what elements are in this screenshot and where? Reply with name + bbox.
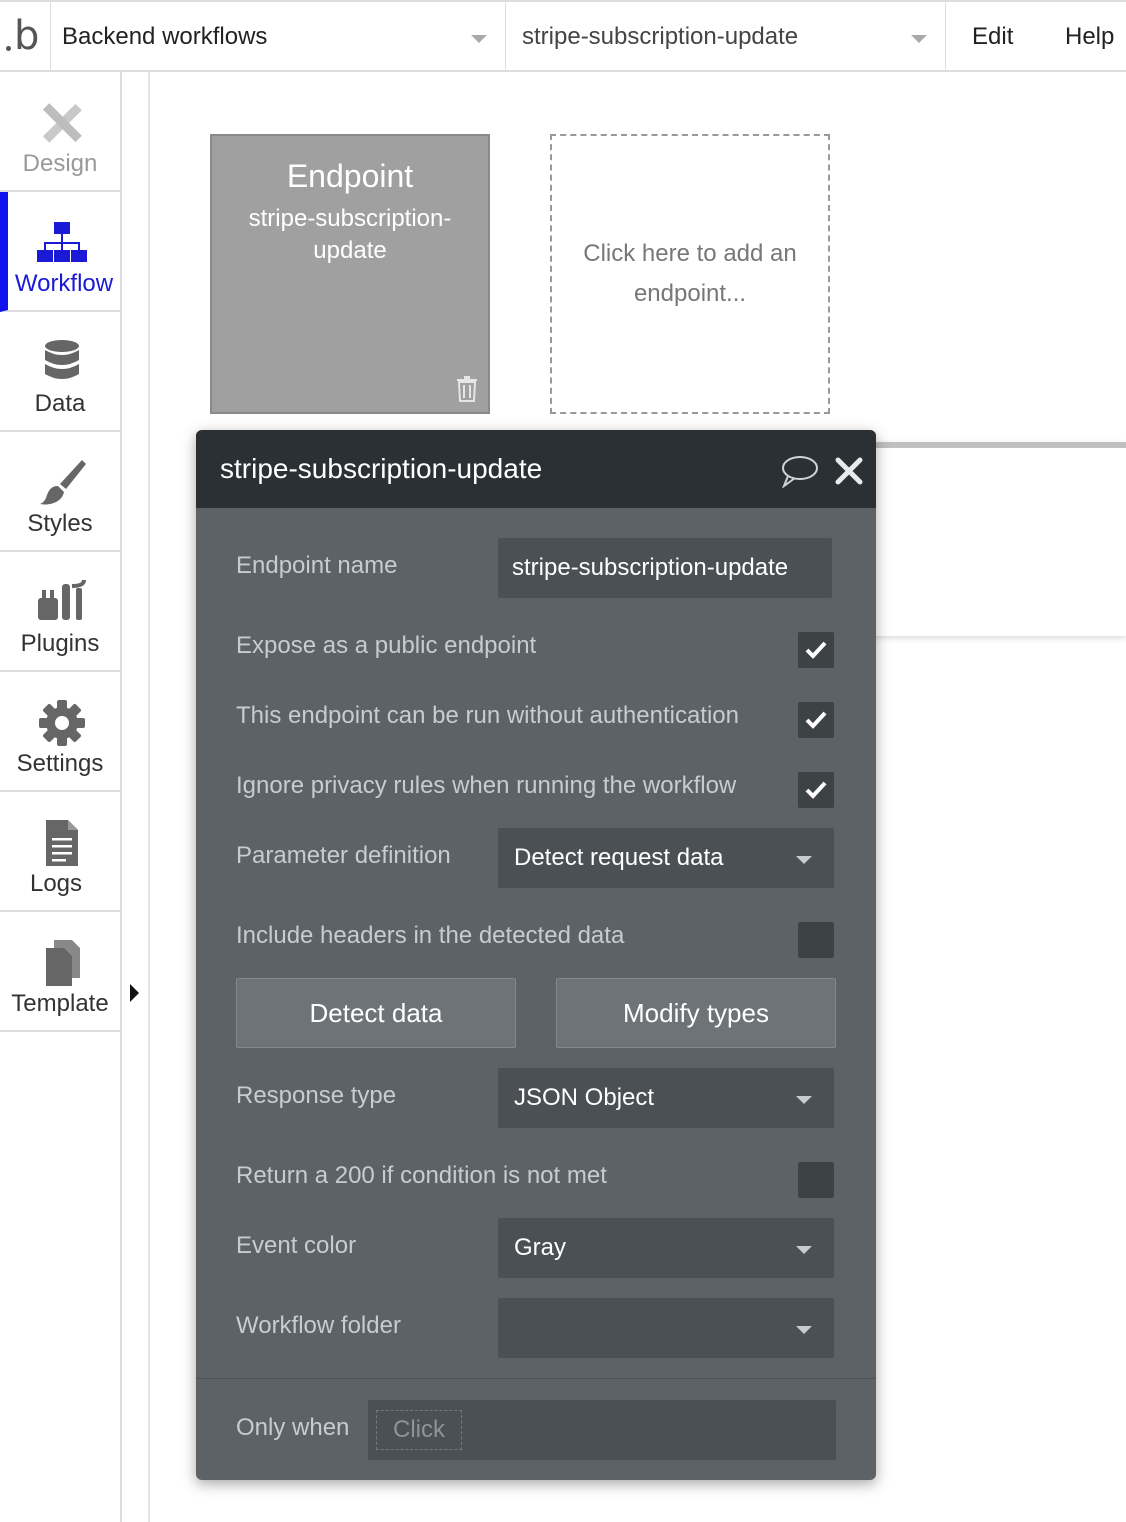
brush-icon bbox=[40, 460, 86, 505]
workflow-folder-dropdown[interactable] bbox=[498, 1298, 834, 1358]
workflow-selector-label: stripe-subscription-update bbox=[522, 23, 799, 50]
workflow-folder-label: Workflow folder bbox=[236, 1312, 401, 1339]
endpoint-card[interactable]: Endpoint stripe-subscription-update bbox=[210, 134, 490, 414]
panel-title: stripe-subscription-update bbox=[220, 453, 543, 484]
panel-header: stripe-subscription-update bbox=[196, 430, 876, 508]
event-color-dropdown[interactable]: Gray bbox=[498, 1218, 834, 1278]
sidebar-item-label: Data bbox=[34, 390, 86, 417]
ignore-privacy-checkbox[interactable] bbox=[798, 772, 834, 808]
checkmark-icon bbox=[805, 781, 827, 799]
include-headers-label: Include headers in the detected data bbox=[236, 922, 625, 949]
workflow-selector-dropdown[interactable]: stripe-subscription-update bbox=[506, 2, 946, 72]
parameter-definition-dropdown[interactable]: Detect request data bbox=[498, 828, 834, 888]
page-selector-label: Backend workflows bbox=[62, 23, 268, 50]
top-bar: b Backend workflows stripe-subscription-… bbox=[0, 0, 1126, 72]
menu-help[interactable]: Help bbox=[1065, 2, 1114, 72]
sidebar-item-logs[interactable]: Logs bbox=[0, 792, 120, 912]
only-when-click-placeholder[interactable]: Click bbox=[376, 1410, 462, 1450]
expose-public-label: Expose as a public endpoint bbox=[236, 632, 537, 659]
endpoint-name-input[interactable]: stripe-subscription-update bbox=[498, 538, 832, 598]
sidebar-item-label: Logs bbox=[29, 870, 83, 897]
add-endpoint-text: Click here to add an endpoint... bbox=[583, 240, 797, 307]
page-selector-dropdown[interactable]: Backend workflows bbox=[50, 2, 506, 72]
canvas-divider bbox=[148, 72, 150, 1522]
sidebar-item-label: Template bbox=[11, 990, 109, 1017]
copy-icon bbox=[46, 940, 80, 986]
bubble-logo[interactable]: b bbox=[0, 2, 51, 72]
include-headers-checkbox[interactable] bbox=[798, 922, 834, 958]
sidebar: Design Workflow Data Styles Plugins Sett… bbox=[0, 72, 122, 1522]
database-icon bbox=[45, 340, 79, 379]
logo-dot bbox=[6, 46, 11, 51]
sidebar-item-design[interactable]: Design bbox=[0, 72, 120, 192]
chevron-down-icon bbox=[796, 1326, 812, 1334]
parameter-definition-label: Parameter definition bbox=[236, 842, 451, 869]
expand-arrow-icon[interactable] bbox=[130, 984, 139, 1002]
sidebar-item-settings[interactable]: Settings bbox=[0, 672, 120, 792]
no-auth-label: This endpoint can be run without authent… bbox=[236, 702, 740, 729]
expose-public-checkbox[interactable] bbox=[798, 632, 834, 668]
sidebar-item-label: Styles bbox=[27, 510, 93, 537]
design-icon bbox=[42, 103, 82, 143]
chevron-down-icon bbox=[911, 35, 927, 43]
sidebar-item-label: Plugins bbox=[20, 630, 100, 657]
background-panel bbox=[870, 442, 1126, 636]
document-icon bbox=[46, 820, 78, 866]
panel-divider bbox=[196, 1378, 876, 1379]
checkmark-icon bbox=[805, 711, 827, 729]
endpoint-name-value: stripe-subscription-update bbox=[512, 554, 789, 581]
only-when-condition-input[interactable]: Click bbox=[368, 1400, 836, 1460]
modify-types-button[interactable]: Modify types bbox=[556, 978, 836, 1048]
endpoint-editor-panel: stripe-subscription-update Endpoint name… bbox=[196, 430, 876, 1480]
return-200-checkbox[interactable] bbox=[798, 1162, 834, 1198]
endpoint-card-name: stripe-subscription-update bbox=[248, 205, 452, 264]
ignore-privacy-label: Ignore privacy rules when running the wo… bbox=[236, 772, 737, 799]
endpoint-name-label: Endpoint name bbox=[236, 552, 398, 579]
menu-edit[interactable]: Edit bbox=[972, 2, 1013, 72]
response-type-dropdown[interactable]: JSON Object bbox=[498, 1068, 834, 1128]
response-type-value: JSON Object bbox=[514, 1084, 655, 1111]
sidebar-item-label: Design bbox=[22, 150, 98, 177]
event-color-label: Event color bbox=[236, 1232, 357, 1259]
gear-icon bbox=[39, 700, 85, 746]
add-endpoint-card[interactable]: Click here to add an endpoint... bbox=[550, 134, 830, 414]
sidebar-item-styles[interactable]: Styles bbox=[0, 432, 120, 552]
chevron-down-icon bbox=[796, 1246, 812, 1254]
sidebar-item-label: Workflow bbox=[14, 270, 114, 297]
chevron-down-icon bbox=[796, 1096, 812, 1104]
return-200-label: Return a 200 if condition is not met bbox=[236, 1162, 607, 1189]
logo-letter: b bbox=[14, 13, 40, 59]
plug-icon bbox=[38, 579, 86, 620]
comment-icon[interactable] bbox=[780, 454, 818, 488]
detect-data-button[interactable]: Detect data bbox=[236, 978, 516, 1048]
checkmark-icon bbox=[805, 641, 827, 659]
chevron-down-icon bbox=[796, 856, 812, 864]
no-auth-checkbox[interactable] bbox=[798, 702, 834, 738]
parameter-definition-value: Detect request data bbox=[514, 844, 724, 871]
chevron-down-icon bbox=[471, 35, 487, 43]
event-color-value: Gray bbox=[514, 1234, 567, 1261]
workflow-icon bbox=[37, 222, 87, 262]
trash-icon[interactable] bbox=[456, 376, 478, 402]
response-type-label: Response type bbox=[236, 1082, 397, 1109]
sidebar-item-label: Settings bbox=[16, 750, 104, 777]
sidebar-item-data[interactable]: Data bbox=[0, 312, 120, 432]
sidebar-item-plugins[interactable]: Plugins bbox=[0, 552, 120, 672]
sidebar-item-workflow[interactable]: Workflow bbox=[0, 192, 120, 312]
endpoint-card-title: Endpoint bbox=[286, 158, 414, 194]
close-icon[interactable] bbox=[834, 456, 864, 486]
only-when-label: Only when bbox=[236, 1414, 350, 1441]
sidebar-item-template[interactable]: Template bbox=[0, 912, 120, 1032]
